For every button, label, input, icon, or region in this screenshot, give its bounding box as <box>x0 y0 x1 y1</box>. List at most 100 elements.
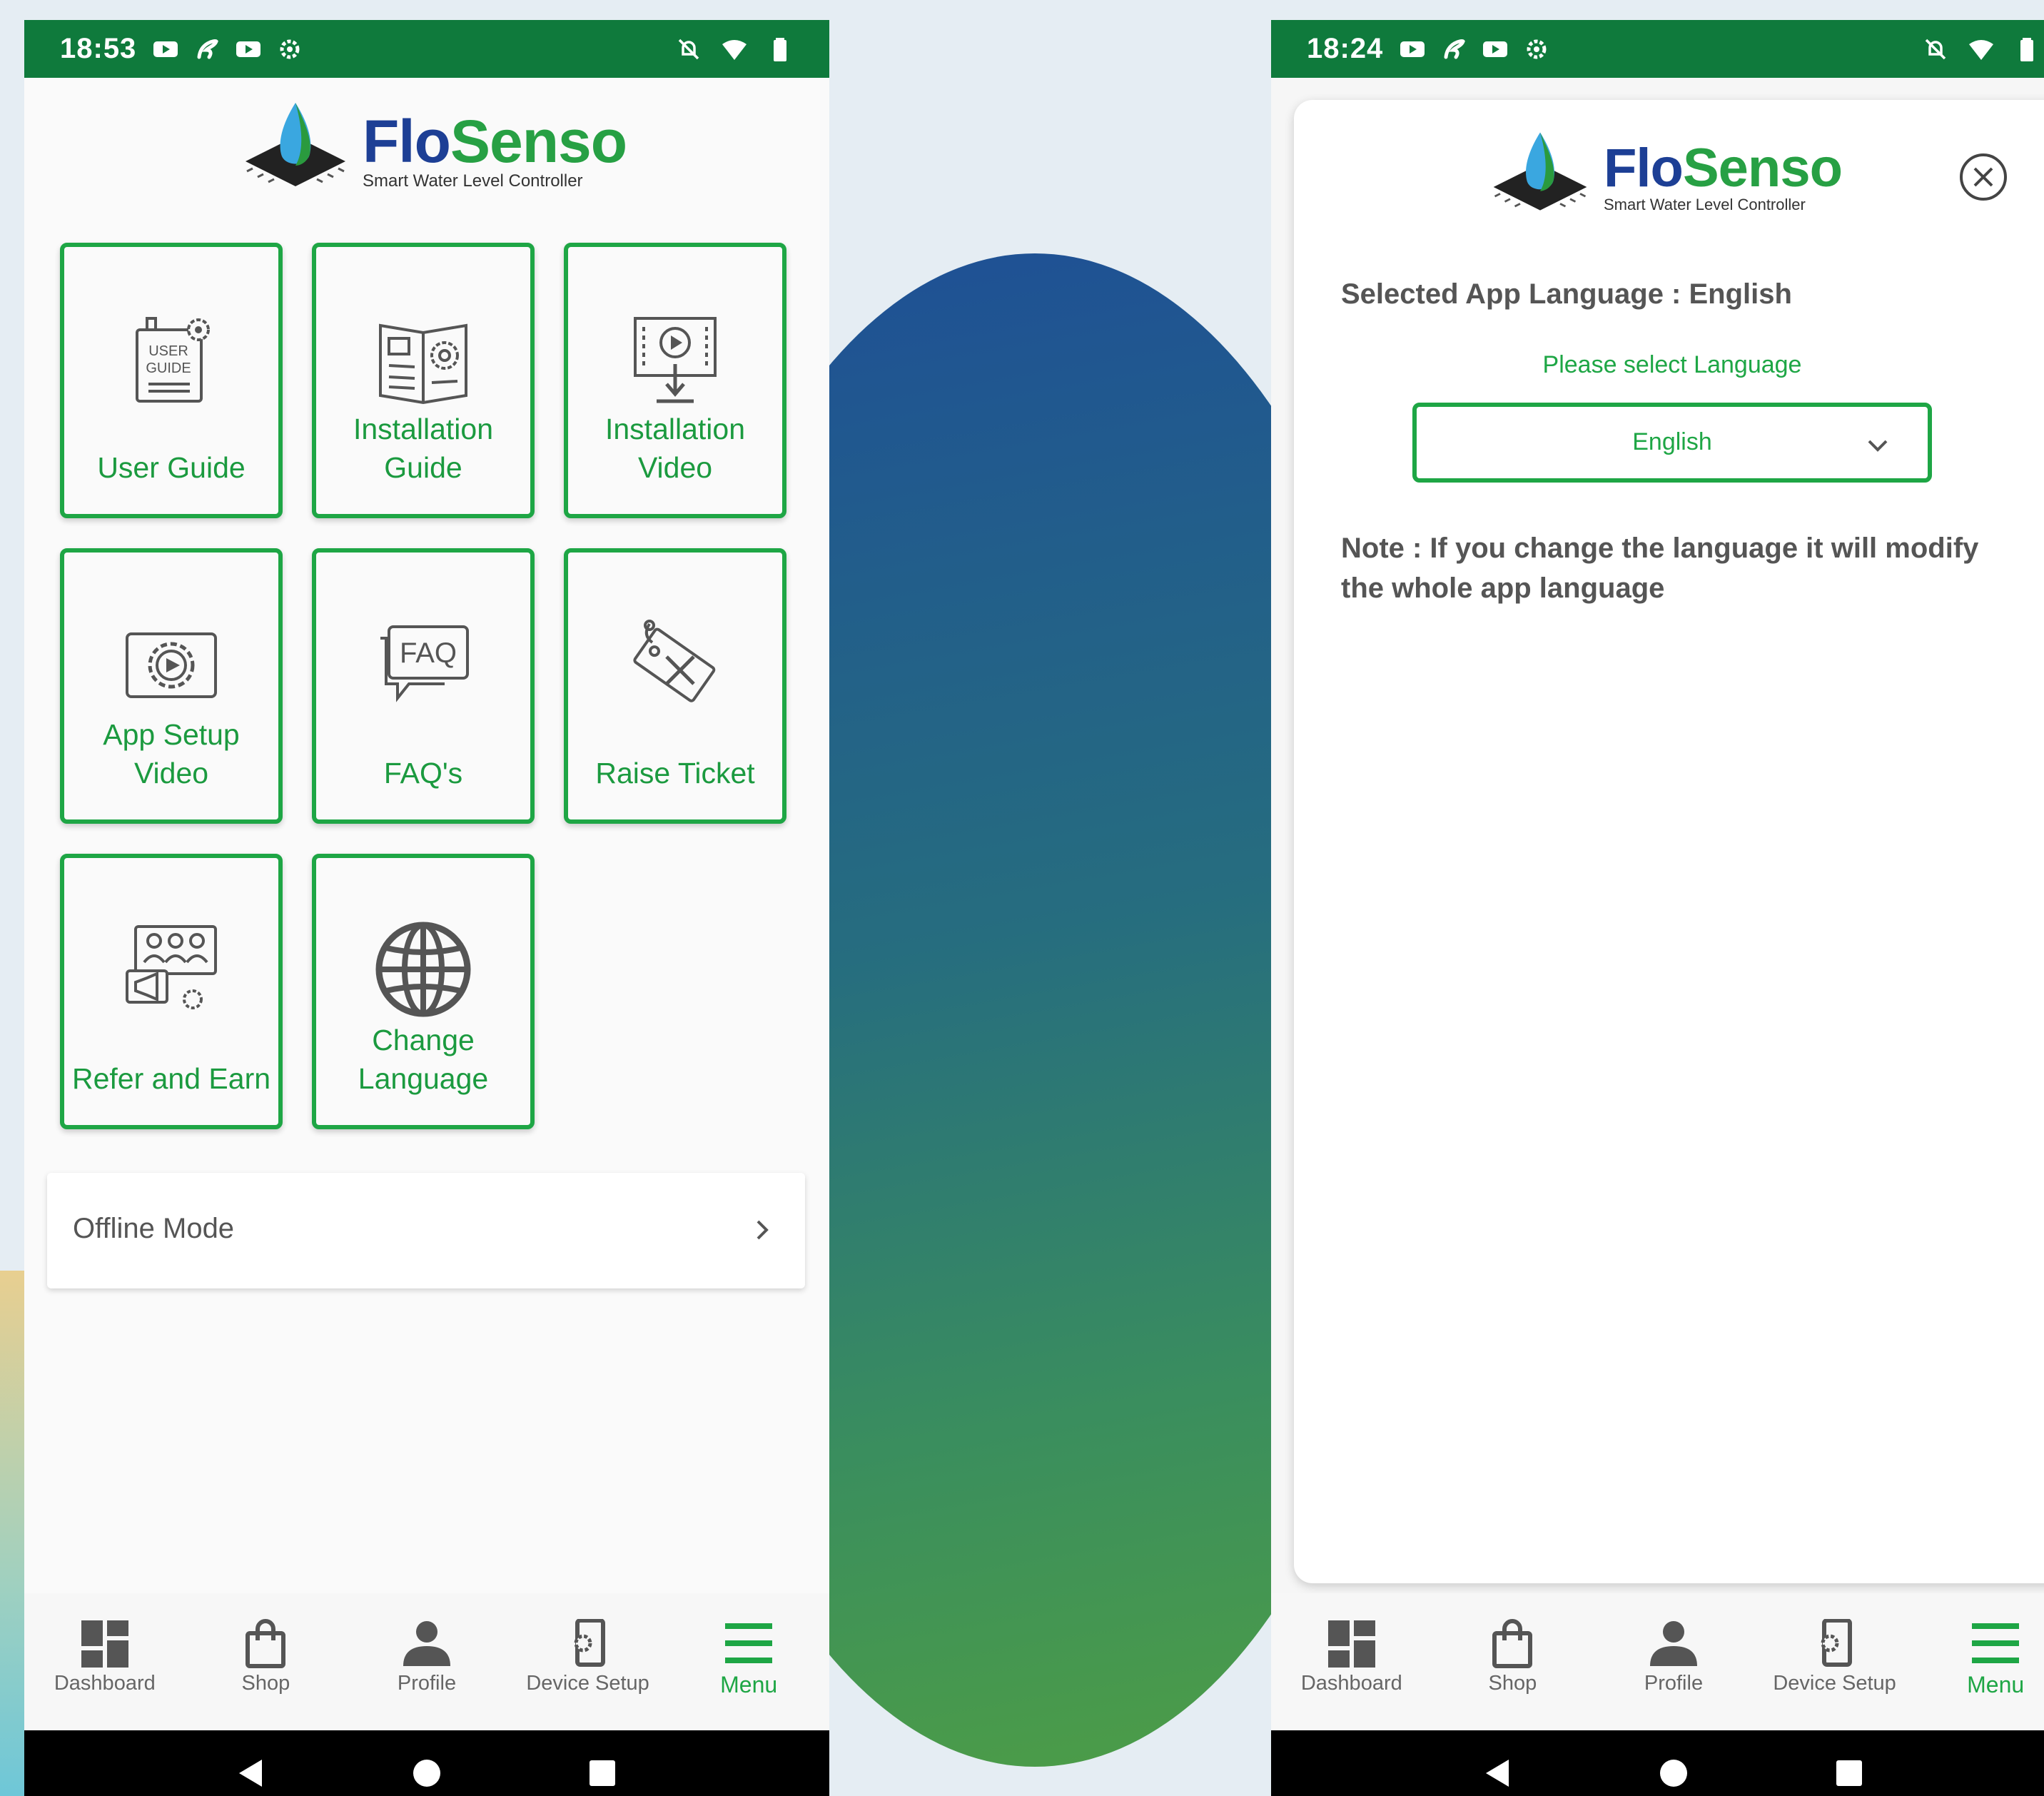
tile-change-language[interactable]: Change Language <box>312 854 535 1129</box>
wifi-icon <box>722 39 747 60</box>
tile-refer-and-earn[interactable]: Refer and Earn <box>60 854 283 1129</box>
raise-ticket-icon <box>633 620 716 702</box>
nav-label: Dashboard <box>1300 1672 1402 1695</box>
logo-name-senso: Senso <box>450 108 627 175</box>
tile-label: Installation Guide <box>353 413 493 484</box>
offline-mode-row[interactable]: Offline Mode <box>47 1173 805 1288</box>
device-setup-icon <box>1821 1619 1852 1667</box>
bottom-navigation: Dashboard Shop Profile Device Setup Menu <box>24 1593 829 1730</box>
nav-label: Shop <box>1488 1672 1537 1695</box>
bell-muted-icon <box>678 39 699 59</box>
selected-language-heading: Selected App Language : English <box>1341 278 1792 310</box>
recents-square-icon[interactable] <box>1833 1757 1866 1790</box>
tile-label: Change Language <box>358 1024 489 1095</box>
tile-label: FAQ's <box>383 757 463 789</box>
battery-icon <box>2020 37 2033 61</box>
logo-name-flo: Flo <box>363 108 451 175</box>
refer-earn-icon <box>126 925 217 1009</box>
nav-device-setup[interactable]: Device Setup <box>507 1593 669 1730</box>
back-triangle-icon[interactable] <box>235 1757 268 1790</box>
language-dropdown[interactable]: English <box>1412 403 1932 483</box>
background-strip <box>0 1271 24 1796</box>
app-notification-icon <box>197 39 219 59</box>
status-time: 18:24 <box>1307 33 1384 64</box>
logo-name-senso: Senso <box>1682 138 1843 198</box>
tile-app-setup-video[interactable]: App Setup Video <box>60 548 283 824</box>
shop-bag-icon <box>1492 1619 1533 1668</box>
shop-bag-icon <box>246 1619 286 1668</box>
user-guide-icon: USER GUIDE <box>136 317 210 403</box>
status-time: 18:53 <box>60 33 137 64</box>
tile-label: Refer and Earn <box>71 1062 271 1095</box>
user-guide-icon-text-2: GUIDE <box>146 360 191 376</box>
select-language-prompt: Please select Language <box>1542 351 1802 378</box>
menu-icon <box>725 1623 773 1663</box>
dashboard-icon <box>1327 1620 1375 1668</box>
water-drop-chip-icon <box>1493 132 1587 211</box>
nav-label: Menu <box>720 1672 778 1697</box>
nav-label: Menu <box>1967 1672 2025 1697</box>
profile-icon <box>403 1621 450 1666</box>
nav-menu[interactable]: Menu <box>668 1593 829 1730</box>
flosenso-logo: FloSenso Smart Water Level Controller <box>1487 127 1843 227</box>
app-notification-icon <box>1444 39 1466 59</box>
app-setup-video-icon <box>126 632 217 698</box>
language-dropdown-value: English <box>1632 428 1712 455</box>
nav-label: Device Setup <box>526 1672 649 1695</box>
device-setup-icon <box>574 1619 605 1667</box>
battery-icon <box>774 37 786 61</box>
flosenso-logo: FloSenso Smart Water Level Controller <box>238 97 627 204</box>
nav-dashboard[interactable]: Dashboard <box>24 1593 186 1730</box>
installation-guide-icon <box>379 323 467 405</box>
installation-video-icon <box>634 317 717 403</box>
video-app-icon <box>153 41 178 57</box>
nav-profile[interactable]: Profile <box>346 1593 507 1730</box>
tile-installation-guide[interactable]: Installation Guide <box>312 243 535 518</box>
profile-icon <box>1649 1621 1697 1666</box>
nav-label: Dashboard <box>54 1672 156 1695</box>
recents-square-icon[interactable] <box>586 1757 619 1790</box>
wifi-icon <box>1969 39 1993 60</box>
nav-menu[interactable]: Menu <box>1915 1593 2044 1730</box>
language-change-note: Note : If you change the language it wil… <box>1341 533 1979 604</box>
faq-icon-text: FAQ <box>400 637 457 669</box>
nav-device-setup[interactable]: Device Setup <box>1754 1593 1916 1730</box>
tile-faqs[interactable]: FAQ FAQ's <box>312 548 535 824</box>
youtube-icon <box>1483 41 1508 57</box>
settings-gear-icon <box>280 39 300 59</box>
nav-label: Device Setup <box>1773 1672 1896 1695</box>
status-bar: 18:24 <box>1271 20 2044 78</box>
globe-icon <box>375 922 471 1017</box>
nav-dashboard[interactable]: Dashboard <box>1271 1593 1432 1730</box>
system-navigation-bar <box>1271 1730 2044 1796</box>
menu-screen: 18:53 FloSenso Smart Water Level Control… <box>24 20 829 1796</box>
nav-label: Profile <box>1644 1672 1704 1695</box>
video-app-icon <box>1400 41 1425 57</box>
offline-mode-label: Offline Mode <box>73 1213 235 1244</box>
nav-shop[interactable]: Shop <box>186 1593 347 1730</box>
tile-label: Installation Video <box>604 413 745 484</box>
logo-tagline: Smart Water Level Controller <box>363 171 583 191</box>
bell-muted-icon <box>1925 39 1946 59</box>
home-circle-icon[interactable] <box>410 1757 443 1790</box>
tile-raise-ticket[interactable]: Raise Ticket <box>564 548 786 824</box>
nav-shop[interactable]: Shop <box>1432 1593 1594 1730</box>
nav-profile[interactable]: Profile <box>1593 1593 1754 1730</box>
tile-user-guide[interactable]: USER GUIDE User Guide <box>60 243 283 518</box>
tile-installation-video[interactable]: Installation Video <box>564 243 786 518</box>
home-circle-icon[interactable] <box>1657 1757 1690 1790</box>
nav-label: Profile <box>397 1672 457 1695</box>
menu-icon <box>1972 1623 2020 1663</box>
logo-tagline: Smart Water Level Controller <box>1604 196 1806 213</box>
faq-icon: FAQ <box>380 625 469 702</box>
logo-name-flo: Flo <box>1604 138 1684 198</box>
dashboard-icon <box>81 1620 128 1668</box>
close-icon[interactable] <box>1958 151 2009 203</box>
back-triangle-icon[interactable] <box>1482 1757 1514 1790</box>
tile-label: Raise Ticket <box>595 757 755 789</box>
language-dialog: FloSenso Smart Water Level Controller Se… <box>1294 100 2044 1583</box>
youtube-icon <box>236 41 261 57</box>
status-bar: 18:53 <box>24 20 829 78</box>
chevron-right-icon <box>757 1220 769 1240</box>
water-drop-chip-icon <box>246 103 345 186</box>
